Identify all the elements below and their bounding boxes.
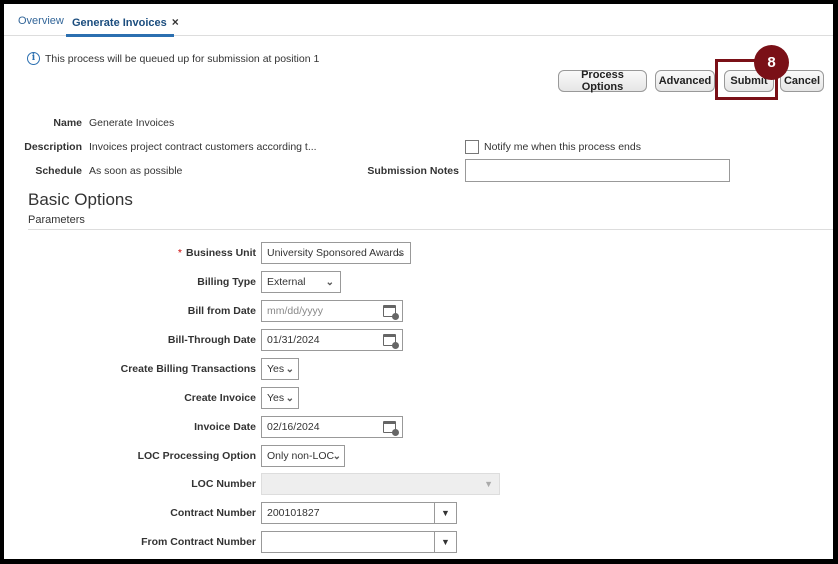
business-unit-select[interactable]: University Sponsored Awards ⌄ — [261, 242, 411, 264]
billing-type-select[interactable]: External ⌄ — [261, 271, 341, 293]
invoice-date-value: 02/16/2024 — [267, 421, 320, 433]
tab-overview[interactable]: Overview — [18, 15, 64, 27]
cancel-button[interactable]: Cancel — [780, 70, 824, 92]
create-billing-transactions-label: Create Billing Transactions — [120, 363, 256, 375]
chevron-down-icon: ⌄ — [395, 248, 404, 259]
chevron-down-icon: ⌄ — [285, 364, 294, 375]
loc-number-input: ▼ — [261, 473, 500, 495]
bill-from-date-input[interactable]: mm/dd/yyyy — [261, 300, 403, 322]
create-invoice-value: Yes — [267, 392, 285, 404]
business-unit-label: * Business Unit — [114, 247, 256, 259]
calendar-icon[interactable] — [383, 305, 399, 320]
create-billing-transactions-value: Yes — [267, 363, 285, 375]
schedule-value: As soon as possible — [89, 165, 183, 177]
loc-processing-option-value: Only non-LOC — [267, 450, 335, 462]
business-unit-label-text: Business Unit — [185, 247, 256, 259]
invoice-date-input[interactable]: 02/16/2024 — [261, 416, 403, 438]
calendar-icon[interactable] — [383, 334, 399, 349]
caret-down-icon[interactable]: ▼ — [434, 503, 456, 523]
active-tab-indicator — [66, 34, 174, 37]
app-frame: Overview Generate Invoices × i This proce… — [4, 4, 833, 559]
info-text: This process will be queued up for submi… — [45, 52, 320, 65]
loc-processing-option-select[interactable]: Only non-LOC ⌄ — [261, 445, 345, 467]
submission-notes-label: Submission Notes — [367, 165, 459, 177]
billing-type-label: Billing Type — [197, 276, 256, 288]
section-subtitle: Parameters — [28, 214, 85, 226]
contract-number-value: 200101827 — [267, 507, 320, 519]
bill-through-date-input[interactable]: 01/31/2024 — [261, 329, 403, 351]
section-title: Basic Options — [28, 190, 133, 209]
required-marker: * — [177, 247, 182, 259]
create-invoice-label: Create Invoice — [184, 392, 256, 404]
step-badge: 8 — [754, 45, 789, 80]
tab-bar: Overview Generate Invoices × — [4, 4, 833, 37]
advanced-button[interactable]: Advanced — [655, 70, 715, 92]
create-billing-transactions-select[interactable]: Yes ⌄ — [261, 358, 299, 380]
chevron-down-icon: ⌄ — [325, 277, 334, 288]
notify-checkbox[interactable] — [465, 140, 479, 154]
info-icon: i — [27, 52, 40, 65]
contract-number-label: Contract Number — [170, 507, 256, 519]
notify-label: Notify me when this process ends — [484, 141, 641, 153]
from-contract-number-label: From Contract Number — [141, 536, 256, 548]
create-invoice-select[interactable]: Yes ⌄ — [261, 387, 299, 409]
bill-through-date-label: Bill-Through Date — [167, 334, 256, 346]
loc-processing-option-label: LOC Processing Option — [137, 450, 256, 462]
chevron-down-icon: ⌄ — [285, 393, 294, 404]
tab-generate-invoices-label: Generate Invoices — [72, 17, 167, 29]
bill-from-date-placeholder: mm/dd/yyyy — [267, 305, 324, 317]
schedule-label: Schedule — [35, 165, 82, 177]
billing-type-value: External — [267, 276, 306, 288]
contract-number-input[interactable]: 200101827 ▼ — [261, 502, 457, 524]
loc-number-label: LOC Number — [191, 478, 256, 490]
submission-notes-input[interactable] — [465, 159, 730, 182]
business-unit-value: University Sponsored Awards — [267, 247, 404, 259]
bill-through-date-value: 01/31/2024 — [267, 334, 320, 346]
from-contract-number-input[interactable]: ▼ — [261, 531, 457, 553]
caret-down-icon: ▼ — [484, 479, 493, 489]
bill-from-date-label: Bill from Date — [187, 305, 256, 317]
description-value: Invoices project contract customers acco… — [89, 141, 317, 153]
chevron-down-icon: ⌄ — [332, 451, 341, 462]
caret-down-icon[interactable]: ▼ — [434, 532, 456, 552]
close-icon[interactable]: × — [172, 15, 179, 29]
name-value: Generate Invoices — [89, 117, 175, 129]
section-divider — [28, 229, 833, 230]
invoice-date-label: Invoice Date — [194, 421, 256, 433]
info-message: i This process will be queued up for sub… — [27, 52, 319, 65]
calendar-icon[interactable] — [383, 421, 399, 436]
tab-generate-invoices[interactable]: Generate Invoices × — [72, 15, 179, 29]
name-label: Name — [53, 117, 82, 129]
process-options-button[interactable]: Process Options — [558, 69, 647, 93]
description-label: Description — [24, 141, 82, 153]
